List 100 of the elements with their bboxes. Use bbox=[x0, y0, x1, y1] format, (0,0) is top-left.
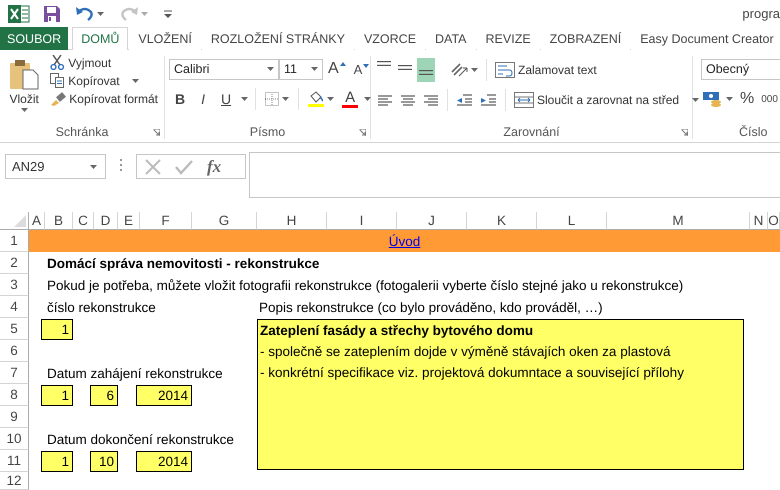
underline-button[interactable]: U bbox=[215, 89, 238, 109]
align-lines-icon bbox=[419, 70, 433, 75]
row-header[interactable]: 10 bbox=[0, 428, 29, 450]
input-cell[interactable]: 1 bbox=[41, 385, 73, 406]
paint-bucket-icon bbox=[308, 91, 324, 107]
description-line: - společně se zateplením dojde v výměně stávajích oken za plastová bbox=[259, 343, 672, 361]
bold-button[interactable]: B bbox=[169, 89, 192, 109]
input-cell[interactable]: 1 bbox=[41, 319, 73, 340]
horizontal-align-button[interactable] bbox=[421, 92, 441, 108]
description-box[interactable]: Zateplení fasády a střechy bytového domu - společně se zateplením dojde v výměně stávajích oken za plastová - konkrétní specifikace viz. projektová dokumntace a související přílohy bbox=[257, 319, 744, 470]
caret-icon bbox=[364, 97, 372, 101]
sheet-title: Domácí správa nemovitosti - rekonstrukce bbox=[46, 256, 320, 270]
align-lines-icon bbox=[400, 94, 416, 106]
merge-center-button[interactable]: Sloučit a zarovnat na střed bbox=[512, 91, 701, 109]
paste-button[interactable]: Vložit bbox=[4, 56, 44, 123]
group-label: Zarovnání bbox=[503, 125, 560, 139]
dialog-launcher-icon[interactable] bbox=[153, 129, 160, 136]
row-header[interactable]: 5 bbox=[0, 318, 29, 340]
file-tab[interactable]: SOUBOR bbox=[0, 27, 68, 50]
group-label: Schránka bbox=[56, 125, 108, 139]
input-cell[interactable]: 10 bbox=[90, 451, 118, 472]
money-icon bbox=[703, 91, 723, 107]
input-cell[interactable]: 2014 bbox=[136, 385, 192, 406]
orientation-icon bbox=[450, 62, 468, 78]
indent-icon bbox=[456, 93, 473, 107]
horizontal-align-button[interactable] bbox=[398, 92, 418, 108]
input-cell[interactable]: 1 bbox=[41, 451, 73, 472]
italic-button[interactable]: I bbox=[195, 89, 212, 109]
thousands-separator-button[interactable]: 000 bbox=[759, 92, 780, 106]
scissors-icon bbox=[50, 55, 66, 70]
grow-font-button[interactable]: A bbox=[325, 60, 349, 78]
row-header[interactable]: 9 bbox=[0, 406, 29, 428]
color-bar-icon bbox=[342, 104, 358, 108]
font-size-field[interactable]: 11 bbox=[279, 58, 323, 80]
currency-format-button[interactable] bbox=[701, 90, 735, 108]
caret-icon bbox=[726, 97, 733, 101]
decrease-indent-button[interactable] bbox=[454, 92, 475, 108]
ribbon-tab[interactable]: DOMŮ bbox=[72, 27, 128, 50]
borders-icon bbox=[265, 92, 280, 106]
group-label: Písmo bbox=[250, 125, 286, 139]
save-icon[interactable] bbox=[44, 6, 60, 22]
cell-text: číslo rekonstrukce bbox=[46, 300, 157, 314]
format-painter-icon bbox=[50, 91, 66, 106]
vertical-align-button[interactable] bbox=[417, 58, 435, 82]
row-header[interactable]: 7 bbox=[0, 362, 29, 384]
formula-field[interactable] bbox=[249, 152, 780, 198]
cell-text: Pokud je potřeba, můžete vložit fotografii rekonstrukce (fotogalerii vyberte číslo stejné jako u rekonstrukce) bbox=[46, 278, 684, 292]
row-header[interactable]: 2 bbox=[0, 252, 29, 274]
merge-cells-icon bbox=[514, 92, 534, 108]
cell-text: Datum dokončení rekonstrukce bbox=[46, 432, 235, 446]
caret-icon bbox=[327, 97, 334, 101]
wrap-text-button[interactable]: Zalamovat text bbox=[493, 61, 599, 79]
spreadsheet-icon[interactable] bbox=[8, 4, 30, 24]
row-header[interactable]: 6 bbox=[0, 340, 29, 362]
number-format-field[interactable]: Obecný bbox=[701, 58, 780, 80]
row-header[interactable]: 8 bbox=[0, 384, 29, 406]
shrink-font-button[interactable]: A bbox=[350, 62, 372, 76]
horizontal-align-button[interactable] bbox=[375, 92, 395, 108]
row-header[interactable]: 4 bbox=[0, 296, 29, 318]
description-line: - konkrétní specifikace viz. projektová dokumntace a související přílohy bbox=[259, 364, 685, 382]
dialog-launcher-icon[interactable] bbox=[359, 129, 366, 136]
caret-icon bbox=[363, 64, 370, 68]
cell-text: Popis rekonstrukce (co bylo prováděno, kdo prováděl, …) bbox=[258, 300, 604, 314]
caret-icon bbox=[97, 12, 104, 16]
description-line: Zateplení fasády a střechy bytového domu bbox=[259, 322, 534, 340]
fill-color-button[interactable] bbox=[306, 90, 336, 108]
copy-button[interactable]: Kopírovat bbox=[48, 72, 160, 89]
caret-icon bbox=[90, 164, 97, 168]
indent-icon bbox=[480, 93, 497, 107]
name-box[interactable]: AN29 bbox=[5, 154, 106, 179]
caret-icon bbox=[241, 97, 248, 101]
row-header[interactable]: 3 bbox=[0, 274, 29, 296]
font-name-field[interactable]: Calibri bbox=[169, 58, 279, 80]
row-header[interactable]: 12 bbox=[0, 472, 29, 490]
font-color-button[interactable]: A bbox=[340, 90, 360, 108]
customize-icon[interactable] bbox=[164, 10, 172, 18]
row-header[interactable]: 11 bbox=[0, 450, 29, 472]
insert-function-button[interactable]: fx bbox=[207, 156, 222, 176]
caret-icon bbox=[692, 98, 699, 102]
caret-icon bbox=[132, 78, 140, 82]
caret-icon bbox=[282, 97, 290, 101]
caret-icon bbox=[471, 68, 478, 72]
input-cell[interactable]: 2014 bbox=[136, 451, 192, 472]
borders-button[interactable] bbox=[263, 91, 292, 107]
caret-icon bbox=[20, 108, 28, 112]
align-lines-icon bbox=[398, 65, 412, 70]
increase-indent-button[interactable] bbox=[478, 92, 499, 108]
caret-icon bbox=[267, 67, 274, 71]
cell-text: Datum zahájení rekonstrukce bbox=[46, 366, 224, 380]
dialog-launcher-icon[interactable] bbox=[681, 129, 688, 136]
align-lines-icon bbox=[377, 61, 391, 66]
input-cell[interactable]: 6 bbox=[90, 385, 118, 406]
format-button[interactable]: Kopírovat formát bbox=[48, 90, 160, 107]
wrap-text-icon bbox=[495, 62, 515, 78]
home-link[interactable]: Úvod bbox=[388, 234, 420, 248]
caret-icon bbox=[311, 67, 318, 71]
cut-button[interactable]: Vyjmout bbox=[48, 54, 160, 71]
percent-button[interactable]: % bbox=[738, 89, 756, 109]
undo-icon[interactable] bbox=[76, 6, 94, 22]
align-lines-icon bbox=[423, 94, 439, 106]
